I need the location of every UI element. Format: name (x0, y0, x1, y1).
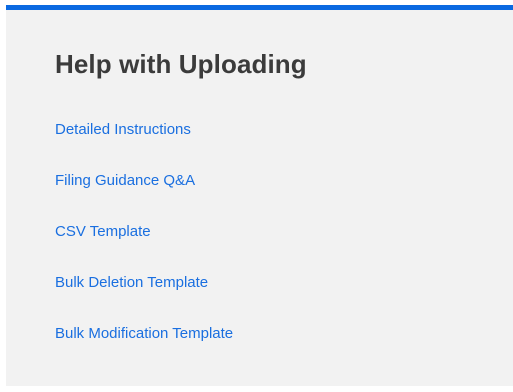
list-item: Bulk Modification Template (55, 324, 233, 375)
list-item: Bulk Deletion Template (55, 273, 233, 324)
help-panel-title: Help with Uploading (55, 49, 307, 79)
bulk-modification-template-link[interactable]: Bulk Modification Template (55, 324, 233, 344)
csv-template-link[interactable]: CSV Template (55, 222, 151, 242)
bulk-deletion-template-link[interactable]: Bulk Deletion Template (55, 273, 208, 293)
list-item: CSV Template (55, 222, 233, 273)
help-links-list: Detailed Instructions Filing Guidance Q&… (55, 120, 233, 375)
list-item: Filing Guidance Q&A (55, 171, 233, 222)
page: Help with Uploading Detailed Instruction… (0, 0, 513, 392)
help-panel: Help with Uploading Detailed Instruction… (6, 5, 513, 386)
list-item: Detailed Instructions (55, 120, 233, 171)
filing-guidance-qa-link[interactable]: Filing Guidance Q&A (55, 171, 195, 191)
detailed-instructions-link[interactable]: Detailed Instructions (55, 120, 191, 140)
